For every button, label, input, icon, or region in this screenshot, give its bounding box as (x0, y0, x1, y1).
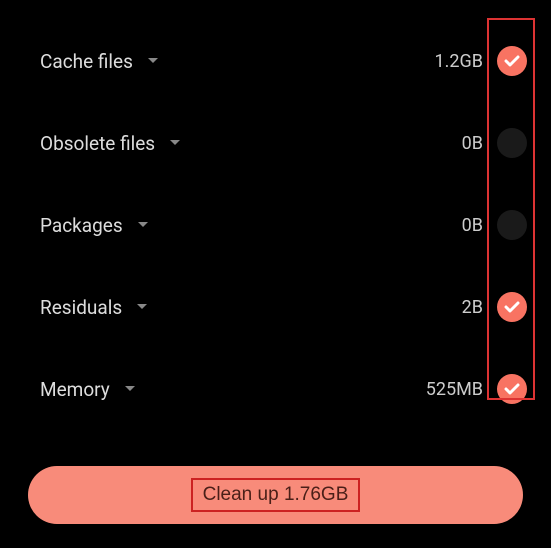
category-size: 0B (462, 133, 483, 154)
button-container: Clean up 1.76GB (28, 466, 523, 524)
category-label: Obsolete files (40, 132, 155, 155)
category-checkbox[interactable] (497, 128, 527, 158)
cleanup-button-label: Clean up 1.76GB (191, 478, 361, 512)
category-size: 2B (462, 297, 483, 318)
category-size: 525MB (426, 379, 483, 400)
category-row-cache-files[interactable]: Cache files 1.2GB (0, 20, 551, 102)
category-row-obsolete-files[interactable]: Obsolete files 0B (0, 102, 551, 184)
chevron-down-icon (124, 385, 136, 393)
cleanup-category-list: Cache files 1.2GB Obsolete files 0B Pack… (0, 0, 551, 430)
category-label: Packages (40, 214, 123, 237)
cleanup-button[interactable]: Clean up 1.76GB (28, 466, 523, 524)
chevron-down-icon (137, 221, 149, 229)
category-checkbox[interactable] (497, 292, 527, 322)
category-checkbox[interactable] (497, 210, 527, 240)
chevron-down-icon (136, 303, 148, 311)
chevron-down-icon (147, 57, 159, 65)
category-label: Cache files (40, 50, 133, 73)
category-label: Residuals (40, 296, 122, 319)
category-row-packages[interactable]: Packages 0B (0, 184, 551, 266)
category-row-memory[interactable]: Memory 525MB (0, 348, 551, 430)
category-checkbox[interactable] (497, 46, 527, 76)
category-label: Memory (40, 378, 110, 401)
category-checkbox[interactable] (497, 374, 527, 404)
chevron-down-icon (169, 139, 181, 147)
category-size: 1.2GB (435, 51, 483, 72)
category-size: 0B (462, 215, 483, 236)
category-row-residuals[interactable]: Residuals 2B (0, 266, 551, 348)
